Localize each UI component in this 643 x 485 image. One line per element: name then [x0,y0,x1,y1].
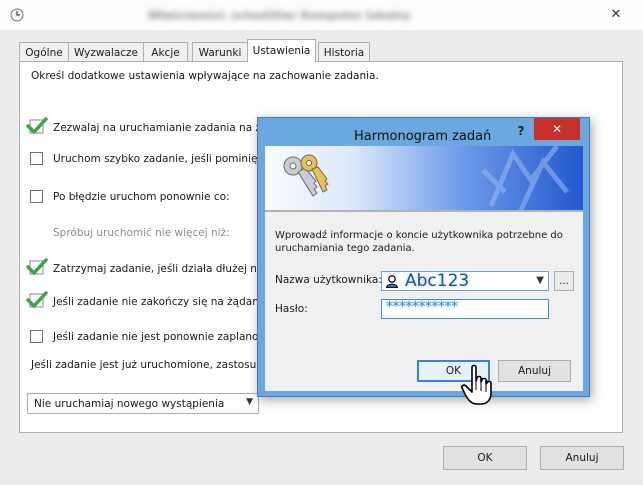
username-value: Abc123 [405,271,470,291]
window-title: Właściwości: sched2tier Komputer lokalny [148,9,411,22]
allow-on-demand-label: Zezwalaj na uruchamianie zadania na ż [53,122,261,134]
browse-user-button[interactable]: ... [554,271,574,291]
main-title-bar: Właściwości: sched2tier Komputer lokalny… [0,0,643,30]
keys-icon [283,154,329,197]
hand-cursor-icon [461,364,492,405]
dialog-cancel-button[interactable]: Anuluj [498,360,571,382]
close-button[interactable]: ✕ [603,2,629,26]
banner-divider [265,210,583,212]
tab-conditions[interactable]: Warunki [192,42,248,62]
clock-icon [10,8,24,22]
password-value: *********** [386,299,458,315]
restart-on-failure-label: Po błędzie uruchom ponownie co: [53,191,230,203]
help-button[interactable]: ? [510,120,532,141]
delete-if-not-scheduled-checkbox[interactable] [30,330,43,343]
cancel-button[interactable]: Anuluj [540,446,624,470]
settings-description: Określ dodatkowe ustawienia wpływające n… [31,70,379,82]
dialog-body: Wprowadź informacje o koncie użytkownika… [265,146,583,391]
retry-count-label: Spróbuj uruchomić nie więcej niż: [53,227,230,239]
dialog-info-text: Wprowadź informacje o koncie użytkownika… [275,230,563,254]
user-icon [385,275,399,288]
policy-value: Nie uruchamiaj nowego wystąpienia [34,397,225,410]
username-label: Nazwa użytkownika: [275,274,382,286]
tab-history[interactable]: Historia [318,42,370,62]
tab-triggers[interactable]: Wyzwalacze [68,42,144,62]
credentials-dialog: Harmonogram zadań ? ✕ Wprowadź informacj… [257,117,590,397]
chevron-down-icon: ▼ [246,397,253,407]
ok-button[interactable]: OK [443,446,527,470]
tab-settings[interactable]: Ustawienia [247,39,316,62]
checkmark-icon[interactable] [26,291,48,309]
dialog-title: Harmonogram zadań [354,129,492,144]
password-field[interactable]: *********** [381,299,549,319]
run-asap-label: Uruchom szybko zadanie, jeśli pominię [53,153,258,165]
restart-on-failure-checkbox[interactable] [30,190,43,203]
dialog-banner [265,146,583,210]
username-combo[interactable]: Abc123 ▼ [381,271,549,291]
stop-if-runs-longer-label: Zatrzymaj zadanie, jeśli działa dłużej n… [53,263,260,275]
checkmark-icon[interactable] [26,117,48,135]
clock-watermark-icon [481,146,569,210]
dialog-close-button[interactable]: ✕ [534,118,580,140]
policy-label: Jeśli zadanie jest już uruchomione, zast… [31,359,257,371]
chevron-down-icon[interactable]: ▼ [536,275,544,286]
password-label: Hasło: [275,303,308,315]
run-asap-checkbox[interactable] [30,152,43,165]
force-stop-label: Jeśli zadanie nie zakończy się na żądan [53,296,259,308]
tab-actions[interactable]: Akcje [143,42,188,62]
instance-policy-select[interactable]: Nie uruchamiaj nowego wystąpienia ▼ [27,393,259,414]
checkmark-icon[interactable] [26,258,48,276]
tab-general[interactable]: Ogólne [19,42,69,62]
delete-if-not-scheduled-label: Jeśli zadanie nie jest ponownie zaplano [53,331,259,343]
